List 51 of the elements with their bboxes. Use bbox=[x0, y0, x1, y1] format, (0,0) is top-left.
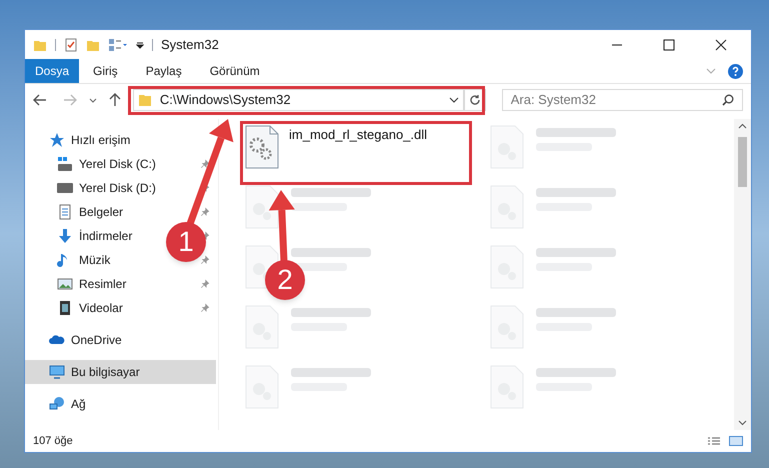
window-title: System32 bbox=[161, 36, 219, 54]
folder-icon bbox=[138, 93, 152, 107]
checklist-icon[interactable] bbox=[64, 38, 78, 52]
document-icon bbox=[57, 204, 73, 220]
dll-file-icon bbox=[245, 125, 279, 169]
nav-item[interactable]: Hızlı erişim bbox=[25, 128, 216, 152]
up-arrow-icon[interactable] bbox=[108, 93, 121, 107]
search-box[interactable]: Ara: System32 bbox=[502, 89, 743, 111]
help-icon[interactable] bbox=[728, 64, 743, 78]
refresh-icon bbox=[468, 94, 481, 106]
chevron-down-icon[interactable] bbox=[448, 97, 459, 103]
nav-item[interactable]: Yerel Disk (C:) bbox=[57, 155, 156, 173]
details-view-icon[interactable] bbox=[707, 436, 721, 446]
properties-icon[interactable] bbox=[108, 38, 128, 52]
network-icon bbox=[49, 396, 65, 412]
picture-icon bbox=[57, 276, 73, 292]
nav-item[interactable]: Bu bilgisayar bbox=[25, 360, 216, 384]
tiles-view-icon[interactable] bbox=[729, 436, 743, 446]
drive-icon bbox=[57, 180, 73, 196]
address-bar[interactable]: C:\Windows\System32 bbox=[132, 89, 464, 111]
maximize-icon[interactable] bbox=[663, 38, 675, 50]
refresh-button[interactable] bbox=[464, 89, 486, 111]
ribbon-tab[interactable]: Paylaş bbox=[132, 59, 196, 83]
nav-item[interactable]: Videolar bbox=[57, 299, 123, 317]
scroll-down-icon[interactable] bbox=[738, 420, 747, 426]
ribbon-tab[interactable]: Görünüm bbox=[196, 59, 274, 83]
download-arrow-icon bbox=[57, 228, 73, 244]
nav-item[interactable]: Müzik bbox=[57, 251, 110, 269]
chevron-down-icon[interactable] bbox=[88, 98, 97, 102]
search-icon bbox=[722, 94, 734, 106]
back-arrow-icon[interactable] bbox=[33, 94, 47, 106]
ribbon-tab[interactable]: Giriş bbox=[79, 59, 132, 83]
star-icon bbox=[49, 132, 65, 148]
nav-item[interactable]: İndirmeler bbox=[57, 227, 132, 245]
nav-item[interactable]: Resimler bbox=[57, 275, 126, 293]
scroll-up-icon[interactable] bbox=[738, 123, 747, 129]
scroll-thumb[interactable] bbox=[738, 137, 747, 187]
search-field[interactable]: Ara: System32 bbox=[510, 90, 722, 110]
nav-item[interactable]: Belgeler bbox=[57, 203, 124, 221]
scrollbar[interactable] bbox=[734, 119, 751, 430]
nav-item[interactable]: Yerel Disk (D:) bbox=[57, 179, 156, 197]
close-icon[interactable] bbox=[715, 38, 727, 50]
file-name: im_mod_rl_stegano_.dll bbox=[289, 126, 428, 144]
item-count: 107 öğe bbox=[33, 434, 73, 449]
drive-icon bbox=[57, 156, 73, 172]
address-path: C:\Windows\System32 bbox=[160, 91, 291, 110]
ribbon-tab[interactable]: Dosya bbox=[25, 59, 80, 83]
film-icon bbox=[57, 300, 73, 316]
nav-item[interactable]: Ağ bbox=[25, 392, 216, 416]
monitor-icon bbox=[49, 364, 65, 380]
nav-item[interactable]: OneDrive bbox=[25, 328, 216, 352]
